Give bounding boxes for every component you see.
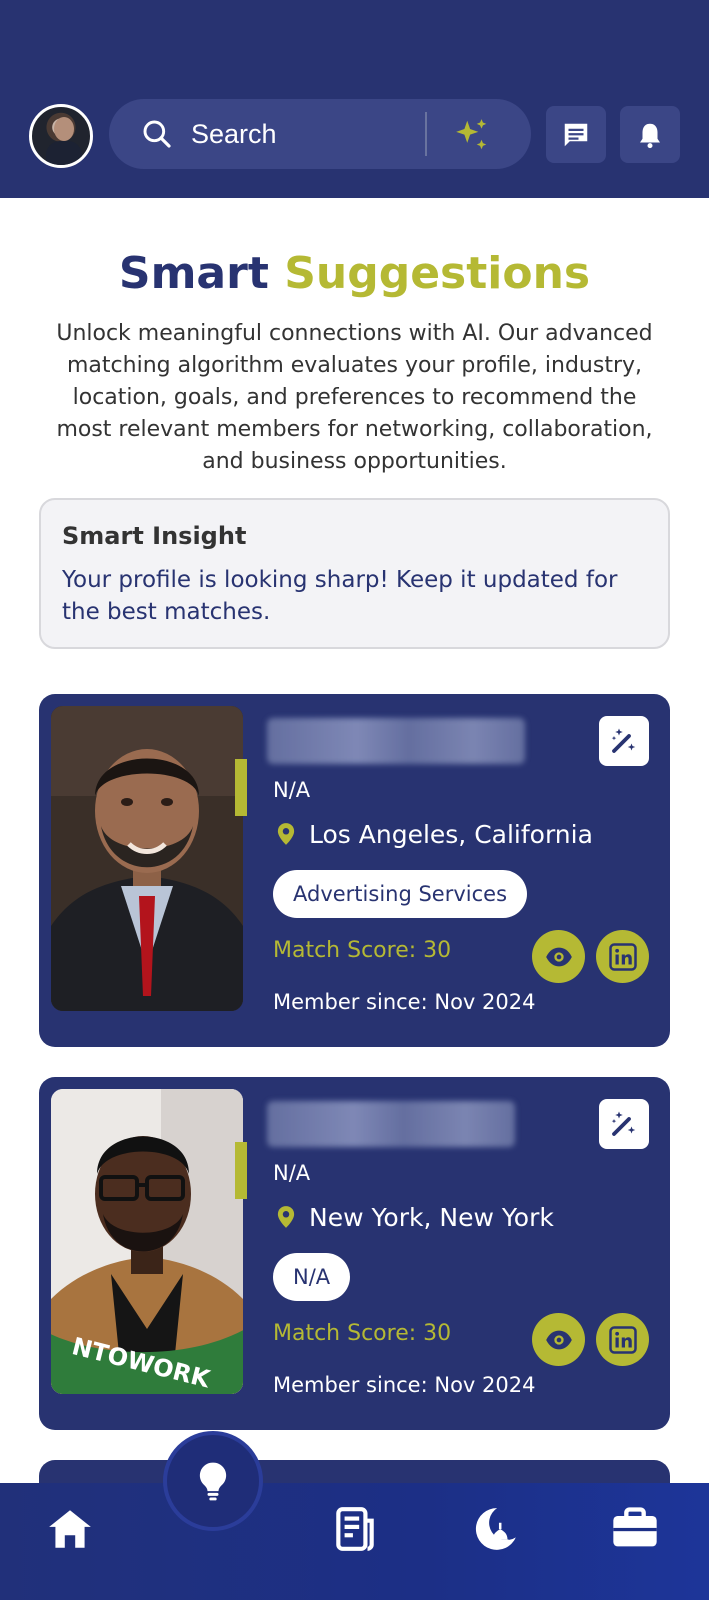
member-photo-image: NTOWORK	[51, 1089, 243, 1394]
briefcase-icon	[613, 1507, 657, 1547]
member-role: N/A	[273, 1161, 311, 1185]
location-text: New York, New York	[309, 1202, 554, 1232]
eye-icon	[545, 947, 572, 966]
smart-suggestions-fab[interactable]	[163, 1431, 263, 1531]
chat-icon	[564, 123, 588, 146]
linkedin-button[interactable]	[596, 930, 649, 983]
nav-business[interactable]	[605, 1499, 665, 1559]
member-photo[interactable]	[51, 706, 243, 1011]
member-location: Los Angeles, California	[273, 816, 593, 852]
location-text: Los Angeles, California	[309, 819, 593, 849]
magic-wand-icon	[611, 1111, 636, 1136]
app-header: Search	[0, 0, 709, 198]
member-location: New York, New York	[273, 1199, 554, 1235]
title-part-smart: Smart	[118, 248, 269, 299]
ai-match-button[interactable]	[599, 716, 649, 766]
profile-avatar[interactable]	[29, 104, 93, 168]
insight-title: Smart Insight	[62, 522, 247, 550]
eye-icon	[545, 1330, 572, 1349]
view-profile-button[interactable]	[532, 930, 585, 983]
magic-wand-icon	[611, 728, 636, 753]
page-description: Unlock meaningful connections with AI. O…	[56, 321, 653, 474]
member-card[interactable]: N/A Los Angeles, California Advertising …	[39, 694, 670, 1047]
member-name-blurred	[267, 718, 525, 764]
member-since: Member since: Nov 2024	[273, 1373, 536, 1397]
search-bar[interactable]: Search	[109, 99, 531, 169]
lightbulb-icon	[199, 1462, 227, 1501]
industry-tag: Advertising Services	[273, 870, 528, 918]
member-name-blurred	[267, 1101, 515, 1147]
nav-news[interactable]	[325, 1499, 385, 1559]
search-divider	[425, 112, 427, 156]
accent-bar	[235, 759, 247, 816]
linkedin-icon	[608, 1325, 637, 1354]
member-photo-image	[51, 706, 243, 1011]
search-input[interactable]: Search	[191, 99, 277, 169]
match-score: Match Score: 30	[273, 1321, 452, 1346]
member-card[interactable]: NTOWORK N/A New York, New York N/A Match…	[39, 1077, 670, 1430]
member-since: Member since: Nov 2024	[273, 990, 536, 1014]
smart-insight-box: Smart Insight Your profile is looking sh…	[39, 498, 670, 649]
mosque-icon	[475, 1508, 516, 1550]
insight-text: Your profile is looking sharp! Keep it u…	[62, 567, 618, 625]
nav-community[interactable]	[465, 1499, 525, 1559]
home-icon	[49, 1510, 91, 1548]
match-score: Match Score: 30	[273, 938, 452, 963]
view-profile-button[interactable]	[532, 1313, 585, 1366]
page-title: Smart Suggestions	[0, 248, 709, 299]
member-photo[interactable]: NTOWORK	[51, 1089, 243, 1394]
news-icon	[336, 1507, 374, 1551]
ai-match-button[interactable]	[599, 1099, 649, 1149]
industry-tag: N/A	[273, 1253, 351, 1301]
location-pin-icon	[277, 823, 295, 845]
search-icon	[143, 120, 171, 148]
accent-bar	[235, 1142, 247, 1199]
location-pin-icon	[277, 1206, 295, 1228]
chat-button[interactable]	[546, 106, 606, 163]
nav-home[interactable]	[40, 1499, 100, 1559]
linkedin-button[interactable]	[596, 1313, 649, 1366]
linkedin-icon	[608, 942, 637, 971]
title-part-suggestions: Suggestions	[284, 248, 591, 299]
bell-icon	[640, 123, 660, 148]
sparkles-icon[interactable]	[453, 116, 491, 154]
bottom-navigation	[0, 1483, 709, 1600]
notifications-button[interactable]	[620, 106, 680, 163]
member-role: N/A	[273, 778, 311, 802]
